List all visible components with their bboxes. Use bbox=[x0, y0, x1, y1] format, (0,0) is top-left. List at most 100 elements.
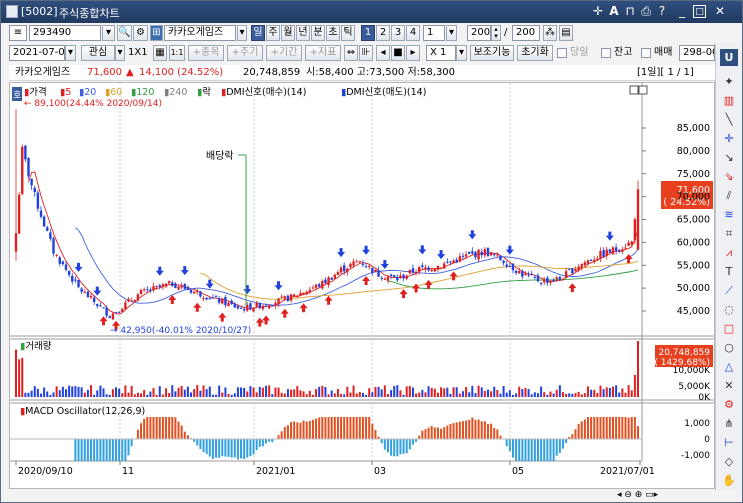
chart-svg[interactable]: 배당락 호 ▮가격 ▮5 ▮20 ▮60 ▮120 ▮240 ▮락 ▮DMI신호(매수)(14… bbox=[10, 83, 714, 488]
macd-bar bbox=[536, 439, 539, 461]
tab-period-2[interactable]: 월 bbox=[281, 25, 295, 41]
trend-icon[interactable]: ⟋ bbox=[720, 282, 738, 299]
end-value-field[interactable]: 298-00- bbox=[679, 45, 715, 61]
code-dropdown-icon[interactable]: ▾ bbox=[102, 25, 115, 41]
volume-bar bbox=[115, 387, 118, 397]
candle-body bbox=[36, 192, 40, 209]
macd-bar bbox=[243, 439, 246, 460]
prev-icon[interactable]: ◂ bbox=[376, 45, 390, 61]
parallel-icon[interactable]: ⫽ bbox=[720, 187, 738, 204]
interest-dropdown-icon[interactable]: ▾ bbox=[115, 45, 125, 61]
name-dropdown-icon[interactable]: ▾ bbox=[237, 25, 247, 41]
macd-bar bbox=[155, 417, 158, 439]
volume-bar bbox=[202, 385, 205, 397]
count-apply-icon[interactable]: ⁂ bbox=[543, 25, 557, 41]
date-dropdown-icon[interactable]: ▾ bbox=[65, 45, 76, 61]
add-range-button[interactable]: +기간 bbox=[266, 45, 302, 61]
trade-checkbox[interactable] bbox=[641, 48, 651, 58]
tab-period-6[interactable]: 틱 bbox=[341, 25, 355, 41]
grid-icon[interactable]: ▦ bbox=[153, 45, 167, 61]
zoom-controls[interactable]: ◂ ⊖ ⊕ ▭▸ bbox=[617, 490, 658, 501]
search-icon[interactable]: 🔍 bbox=[117, 25, 132, 41]
count-input[interactable]: 200 bbox=[467, 25, 491, 41]
minimize-button[interactable]: _ bbox=[675, 4, 689, 19]
date-input[interactable]: 2021-07-02 bbox=[9, 45, 65, 61]
cycle-icon[interactable]: ◌ bbox=[720, 301, 738, 318]
count-spinner[interactable]: ▴ ▾ bbox=[491, 25, 501, 41]
add-indicator-button[interactable]: +지표 bbox=[305, 45, 341, 61]
code-input[interactable]: 293490 bbox=[29, 25, 101, 41]
ray-icon[interactable]: ↘ bbox=[720, 149, 738, 166]
info-change-arrow: ▲ bbox=[126, 67, 134, 78]
ellipse-icon[interactable]: ○ bbox=[720, 339, 738, 356]
interval-dropdown-icon[interactable]: ▾ bbox=[446, 25, 457, 41]
bottom-scroll[interactable]: ◂ ⊖ ⊕ ▭▸ bbox=[9, 490, 715, 502]
pin-icon[interactable]: ✛ bbox=[591, 4, 605, 19]
expand-icon[interactable]: ⇔ bbox=[344, 45, 358, 61]
gann-icon[interactable]: ⌗ bbox=[720, 225, 738, 242]
volume-bar bbox=[108, 394, 111, 397]
tab-period-5[interactable]: 초 bbox=[326, 25, 340, 41]
close-button[interactable]: ✕ bbox=[713, 4, 727, 19]
candle-body bbox=[86, 291, 90, 298]
tab-period-4[interactable]: 분 bbox=[311, 25, 325, 41]
volume-bar bbox=[24, 392, 27, 397]
chart-type-icon[interactable]: ▥ bbox=[720, 92, 738, 109]
multiplier-dropdown-icon[interactable]: ▾ bbox=[456, 45, 467, 61]
tab-period-0[interactable]: 일 bbox=[251, 25, 265, 41]
chart-area[interactable]: 배당락 호 ▮가격 ▮5 ▮20 ▮60 ▮120 ▮240 ▮락 ▮DMI신호(매수)(14… bbox=[9, 82, 715, 489]
line-icon[interactable]: ╲ bbox=[720, 111, 738, 128]
interval-button-4[interactable]: 4 bbox=[406, 25, 420, 41]
interval-button-3[interactable]: 3 bbox=[391, 25, 405, 41]
shrink-icon[interactable]: ⊪ bbox=[359, 45, 373, 61]
delete-icon[interactable]: ✕ bbox=[720, 377, 738, 394]
candle-body bbox=[461, 255, 465, 257]
crosshair-icon[interactable]: ✛ bbox=[720, 130, 738, 147]
text-A-icon[interactable]: A bbox=[607, 4, 621, 19]
text-icon[interactable]: T bbox=[720, 263, 738, 280]
zigzag-icon[interactable]: ⩘ bbox=[720, 244, 738, 261]
reset-button[interactable]: 초기화 bbox=[517, 45, 553, 61]
tool-icon[interactable]: ⚙ bbox=[133, 25, 148, 41]
save-icon[interactable]: ⎙ bbox=[639, 4, 653, 19]
macd-bar bbox=[90, 439, 93, 461]
interest-button[interactable]: 관심 bbox=[81, 45, 115, 61]
user-tool-button[interactable]: U bbox=[720, 49, 738, 66]
tool-icon[interactable]: ✦ bbox=[720, 73, 738, 90]
lock-icon[interactable]: ⊓ bbox=[623, 4, 637, 19]
ruler-icon[interactable]: ⊢ bbox=[720, 434, 738, 451]
help-icon[interactable]: ? bbox=[655, 4, 669, 19]
aux-function-button[interactable]: 보조기능 bbox=[470, 45, 514, 61]
volume-label: ▮거래량 bbox=[20, 340, 52, 352]
ratio-button[interactable]: 1:1 bbox=[169, 45, 185, 61]
candle-body bbox=[449, 261, 452, 263]
add-item-button[interactable]: +종목 bbox=[188, 45, 224, 61]
triangle-icon[interactable]: △ bbox=[720, 358, 738, 375]
interval-input[interactable]: 1 bbox=[423, 25, 445, 41]
next-icon[interactable]: ▸ bbox=[406, 45, 420, 61]
drag-icon[interactable]: ✋ bbox=[720, 472, 738, 489]
macd-bar bbox=[405, 439, 408, 454]
macd-bar bbox=[80, 439, 83, 461]
arrow-line-icon[interactable]: ⇘ bbox=[720, 168, 738, 185]
settings-icon[interactable]: ⚙ bbox=[720, 396, 738, 413]
menu-icon[interactable]: ≡ bbox=[9, 25, 27, 41]
today-checkbox[interactable] bbox=[557, 48, 567, 58]
add-period-button[interactable]: +주기 bbox=[227, 45, 263, 61]
balance-checkbox[interactable] bbox=[601, 48, 611, 58]
interval-button-1[interactable]: 1 bbox=[361, 25, 375, 41]
multiplier-field[interactable]: X 1 bbox=[426, 45, 456, 61]
tab-period-3[interactable]: 년 bbox=[296, 25, 310, 41]
interval-button-2[interactable]: 2 bbox=[376, 25, 390, 41]
maximize-button[interactable]: □ bbox=[693, 5, 706, 18]
pattern-icon[interactable]: ◇ bbox=[720, 453, 738, 470]
disk-icon[interactable]: ▤ bbox=[559, 25, 573, 41]
volume-bar bbox=[208, 386, 211, 397]
magnet-icon[interactable]: ⋔ bbox=[720, 415, 738, 432]
macd-bar bbox=[315, 418, 318, 439]
box-icon[interactable]: □ bbox=[720, 320, 738, 337]
fibonacci-icon[interactable]: ≋ bbox=[720, 206, 738, 223]
buy-signal-arrow bbox=[280, 308, 289, 318]
tab-period-1[interactable]: 주 bbox=[266, 25, 280, 41]
stop-icon[interactable]: ■ bbox=[391, 45, 405, 61]
